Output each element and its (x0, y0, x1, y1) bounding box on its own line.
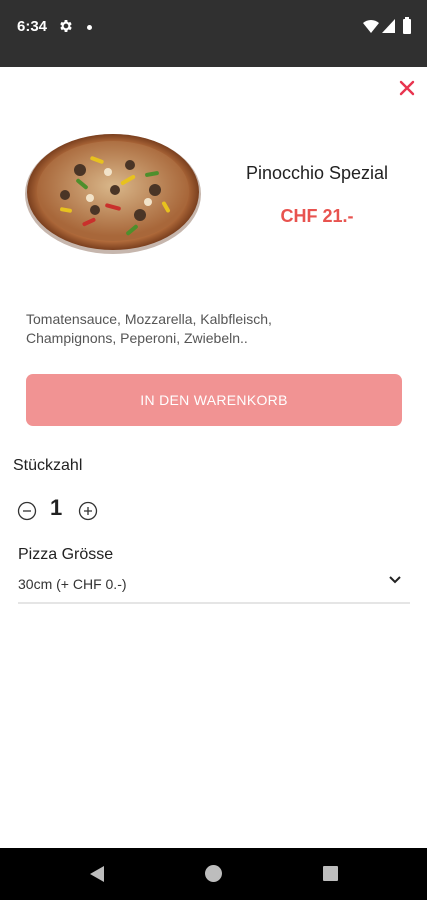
chevron-down-icon (389, 576, 401, 584)
battery-icon (403, 17, 411, 34)
pizza-size-select[interactable]: 30cm (+ CHF 0.-) (18, 568, 410, 604)
pizza-size-label: Pizza Grösse (18, 546, 114, 563)
quantity-label: Stückzahl (13, 457, 83, 474)
minus-circle-icon[interactable] (17, 501, 37, 521)
product-price: CHF 21.- (280, 206, 354, 226)
product-description: Tomatensauce, Mozzarella, Kalbfleisch, C… (26, 311, 272, 346)
pizza-image (25, 134, 201, 254)
wifi-icon (363, 19, 379, 33)
add-to-cart-button[interactable]: IN DEN WARENKORB (26, 374, 402, 426)
navigation-bar (0, 848, 427, 900)
signal-icon (382, 19, 395, 33)
status-time: 6:34 (17, 18, 48, 35)
pizza-size-value: 30cm (+ CHF 0.-) (18, 576, 127, 592)
back-icon[interactable] (88, 864, 106, 884)
quantity-value: 1 (50, 495, 63, 520)
notification-dot-icon (87, 25, 92, 30)
recent-apps-icon[interactable] (323, 866, 338, 881)
gear-icon (60, 20, 72, 32)
status-bar: 6:34 (0, 0, 427, 67)
product-title: Pinocchio Spezial (245, 163, 389, 183)
plus-circle-icon[interactable] (78, 501, 98, 521)
home-icon[interactable] (205, 865, 222, 882)
close-icon[interactable] (396, 77, 418, 99)
product-detail-screen: 6:34 Pinocchio Spezial CHF 21.- Tomatens… (0, 0, 427, 900)
